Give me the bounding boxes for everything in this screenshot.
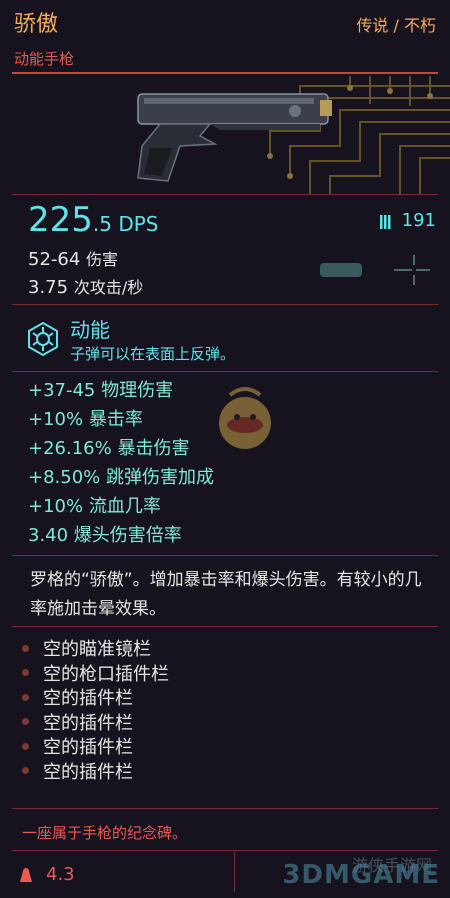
damage-unit: 伤害 [86,250,119,269]
attack-speed-stat: 3.75 次攻击/秒 [28,274,143,298]
dps-fraction: .5 DPS [92,212,159,236]
item-type: 动能手枪 [14,50,75,68]
bonus-stat-row: +26.16% 暴击伤害 [28,438,190,459]
aps-unit: 次攻击/秒 [73,278,144,297]
item-title: 骄傲 [14,12,59,37]
damage-range: 52-64 [28,249,81,270]
weapon-handling-icon [320,255,430,285]
power-type-title: 动能 [70,318,110,342]
mod-slot-muzzle[interactable]: 空的枪口插件栏 [22,661,169,686]
bonus-stat-row: 3.40 爆头伤害倍率 [28,525,182,546]
power-weapon-icon [28,322,58,356]
mod-slot[interactable]: 空的插件栏 [22,685,169,710]
slots-divider [12,808,438,809]
item-description: 罗格的“骄傲”。增加暴击率和爆头伤害。有较小的几率施加击晕效果。 [30,570,422,619]
ammo-count: 191 [379,210,436,231]
damage-stat: 52-64 伤害 [28,246,118,270]
lore-divider [12,850,438,851]
bonus-stat-row: +8.50% 跳弹伤害加成 [28,467,214,488]
dps-value: 225 [28,200,93,240]
power-type-description: 子弹可以在表面上反弹。 [70,345,236,363]
ammo-icon [379,214,391,229]
slot-empty-icon [22,693,29,701]
dps-readout: 225.5 DPS [28,200,159,240]
item-weight: 4.3 [18,864,75,885]
bonus-divider [12,555,438,556]
watermark-logo: 3DMGAME [282,860,440,890]
mod-slot[interactable]: 空的插件栏 [22,710,169,735]
slot-empty-icon [22,644,29,652]
image-divider [12,194,438,195]
mod-slot[interactable]: 空的插件栏 [22,759,169,784]
description-divider [12,626,438,627]
mod-slot-list: 空的瞄准镜栏 空的枪口插件栏 空的插件栏 空的插件栏 空的插件栏 空的插件栏 [22,636,169,783]
item-lore: 一座属于手枪的纪念碑。 [22,824,188,842]
slot-empty-icon [22,767,29,775]
bonus-stat-row: +37-45 物理伤害 [28,380,174,401]
stats-divider [12,304,438,305]
slot-empty-icon [22,669,29,677]
attacks-per-second: 3.75 [28,277,69,298]
footer-divider [234,852,235,892]
mod-slot-scope[interactable]: 空的瞄准镜栏 [22,636,169,661]
slot-empty-icon [22,718,29,726]
pistol-image [137,93,332,182]
bonus-stat-row: +10% 流血几率 [28,496,161,517]
mod-slot[interactable]: 空的插件栏 [22,734,169,759]
weapon-image-area [0,76,450,194]
weight-value: 4.3 [46,864,75,885]
header-divider [12,72,438,74]
ammo-value: 191 [401,210,436,231]
watermark-mascot-icon [219,387,271,449]
bonus-stat-list: +37-45 物理伤害 +10% 暴击率 +26.16% 暴击伤害 +8.50%… [28,376,214,550]
item-tooltip: 骄傲 传说 / 不朽 动能手枪 225.5 DPS 191 52-64 伤害 3… [0,0,450,898]
power-divider [12,371,438,372]
item-rarity: 传说 / 不朽 [356,16,436,35]
weight-icon [20,867,32,882]
slot-empty-icon [22,742,29,750]
bonus-stat-row: +10% 暴击率 [28,409,143,430]
